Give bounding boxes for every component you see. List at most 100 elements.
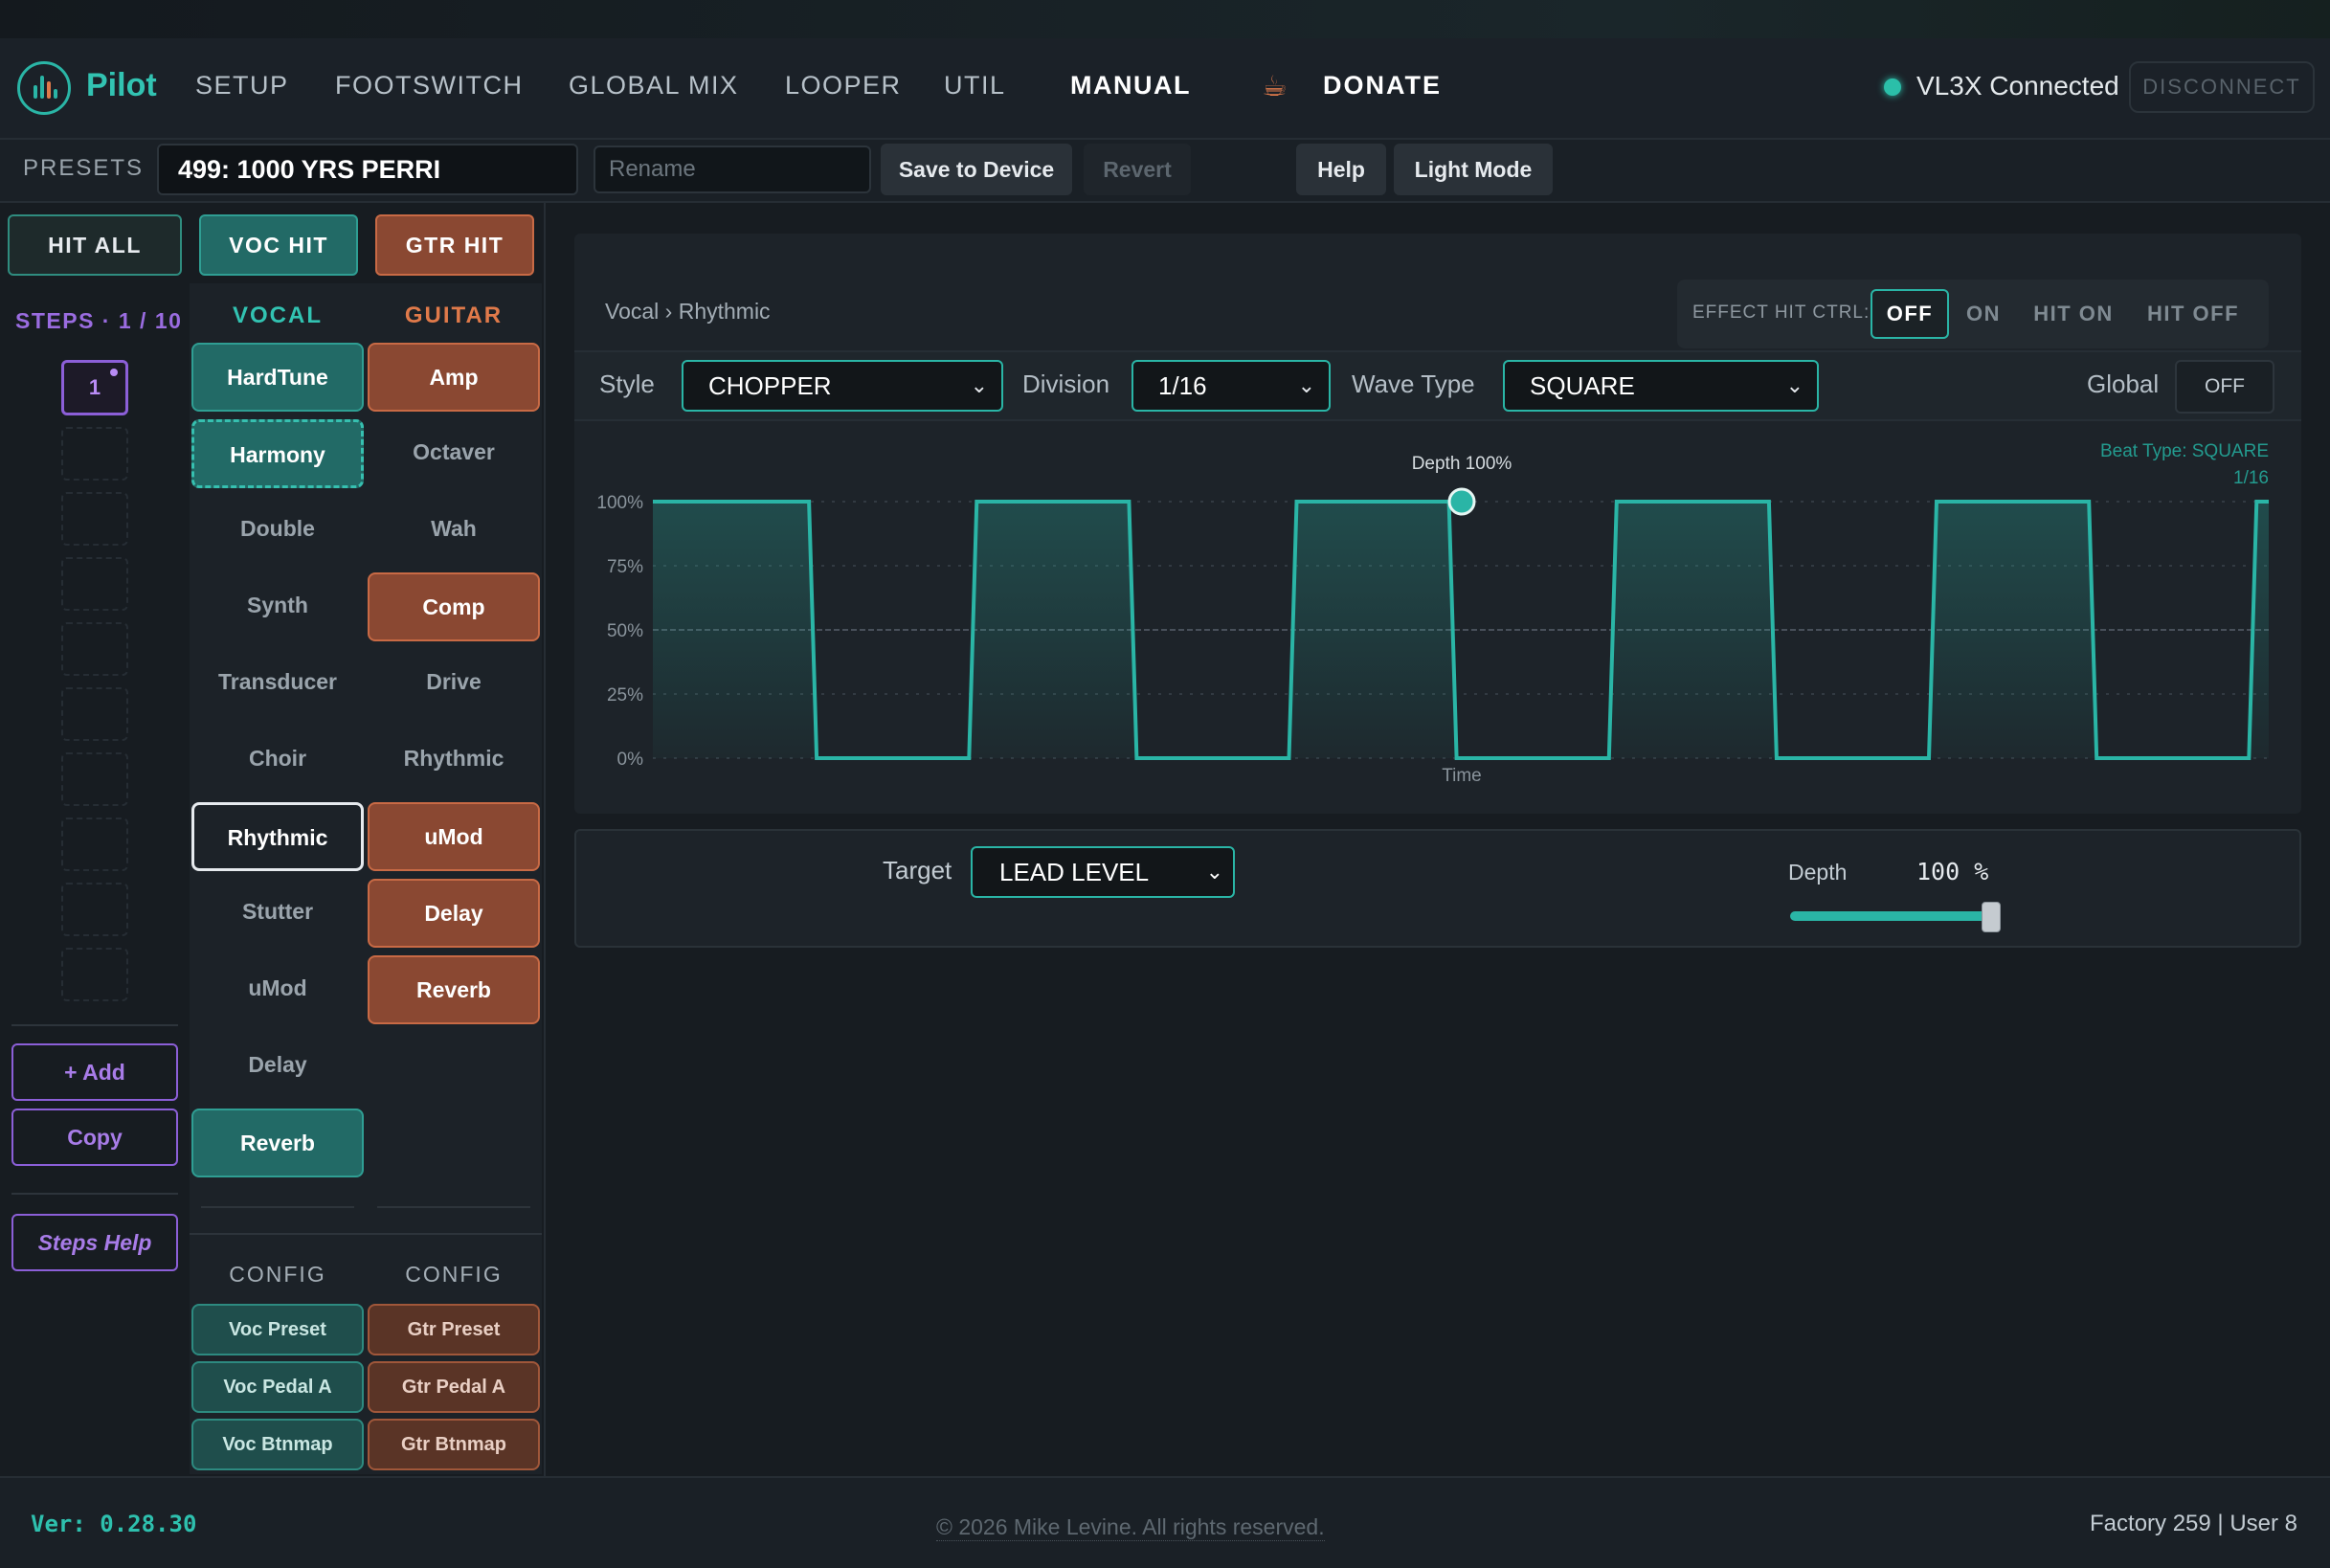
step-slot[interactable] [61, 818, 128, 871]
guitar-fx-octaver[interactable]: Octaver [368, 419, 540, 488]
copyright-link[interactable]: © 2026 Mike Levine. All rights reserved. [936, 1514, 1325, 1541]
nav-setup[interactable]: SETUP [195, 71, 289, 101]
vocal-fx-hardtune[interactable]: HardTune [191, 343, 364, 412]
steps-help-button[interactable]: Steps Help [11, 1214, 178, 1271]
gtr-btnmap-button[interactable]: Gtr Btnmap [368, 1419, 540, 1470]
nav-donate[interactable]: DONATE [1323, 71, 1442, 101]
wave-type-select[interactable]: SQUARE ⌄ [1503, 360, 1819, 412]
save-to-device-button[interactable]: Save to Device [881, 144, 1072, 195]
target-label: Target [883, 856, 952, 885]
gtr-hit-button[interactable]: GTR HIT [375, 214, 534, 276]
depth-slider-handle[interactable] [1982, 902, 2001, 932]
step-slot[interactable] [61, 948, 128, 1001]
top-strip [0, 0, 2330, 38]
wave-type-label: Wave Type [1352, 370, 1475, 398]
help-button[interactable]: Help [1296, 144, 1386, 195]
voc-pedal-a-button[interactable]: Voc Pedal A [191, 1361, 364, 1413]
copy-step-button[interactable]: Copy [11, 1109, 178, 1166]
division-value: 1/16 [1158, 371, 1207, 400]
voc-hit-button[interactable]: VOC HIT [199, 214, 358, 276]
y-tick-label: 100% [596, 493, 643, 513]
hit-ctrl-hit-on[interactable]: HIT ON [2026, 289, 2121, 339]
depth-value: 100 % [1916, 858, 1988, 885]
vocal-fx-synth[interactable]: Synth [191, 572, 364, 641]
guitar-fx-drive[interactable]: Drive [368, 649, 540, 718]
depth-marker-label: Depth 100% [1412, 454, 1512, 474]
guitar-header: GUITAR [404, 302, 504, 328]
style-select[interactable]: CHOPPER ⌄ [682, 360, 1003, 412]
rename-input[interactable] [594, 146, 871, 193]
vocal-fx-double[interactable]: Double [191, 496, 364, 565]
beat-type-label: Beat Type: SQUARE [2100, 441, 2269, 461]
guitar-fx-delay[interactable]: Delay [368, 879, 540, 948]
depth-label: Depth [1788, 860, 1848, 885]
nav-footswitch[interactable]: FOOTSWITCH [335, 71, 523, 101]
vocal-fx-rhythmic[interactable]: Rhythmic [191, 802, 364, 871]
step-number: 1 [88, 375, 101, 399]
connection-status-icon [1884, 78, 1901, 96]
step-slot[interactable] [61, 492, 128, 546]
hit-all-button[interactable]: HIT ALL [8, 214, 182, 276]
steps-divider [11, 1193, 178, 1195]
guitar-fx-comp[interactable]: Comp [368, 572, 540, 641]
hit-ctrl-hit-off[interactable]: HIT OFF [2140, 289, 2246, 339]
global-toggle[interactable]: OFF [2175, 360, 2274, 414]
pilot-logo-icon [17, 61, 71, 115]
gtr-preset-button[interactable]: Gtr Preset [368, 1304, 540, 1355]
app-name: Pilot [86, 67, 157, 103]
hit-ctrl-off[interactable]: OFF [1871, 289, 1949, 339]
guitar-fx-rhythmic[interactable]: Rhythmic [368, 726, 540, 795]
add-step-button[interactable]: + Add [11, 1043, 178, 1101]
vocal-fx-choir[interactable]: Choir [191, 726, 364, 795]
target-panel [574, 829, 2301, 948]
waveform-svg: 100% 75% 50% 25% 0% Time Depth 100% Beat Typ… [596, 441, 2269, 786]
coffee-cup-icon[interactable]: ☕ [1262, 71, 1294, 103]
presets-label: PRESETS [23, 155, 145, 181]
column-divider [201, 1206, 354, 1208]
step-slot[interactable] [61, 427, 128, 481]
step-slot[interactable] [61, 752, 128, 806]
beat-division-label: 1/16 [2233, 468, 2269, 488]
step-slot[interactable] [61, 557, 128, 611]
hit-ctrl-on[interactable]: ON [1959, 289, 2008, 339]
vocal-fx-harmony[interactable]: Harmony [191, 419, 364, 488]
step-slot[interactable] [61, 687, 128, 741]
depth-slider[interactable] [1790, 911, 1993, 921]
step-slot[interactable] [61, 883, 128, 936]
nav-looper[interactable]: LOOPER [785, 71, 902, 101]
guitar-fx-wah[interactable]: Wah [368, 496, 540, 565]
vocal-config-label: CONFIG [229, 1262, 326, 1287]
style-label: Style [599, 370, 655, 398]
depth-drag-handle[interactable] [1447, 487, 1476, 516]
division-select[interactable]: 1/16 ⌄ [1131, 360, 1331, 412]
vocal-fx-transducer[interactable]: Transducer [191, 649, 364, 718]
nav-util[interactable]: UTIL [944, 71, 1006, 101]
y-tick-label: 0% [617, 750, 644, 770]
gtr-pedal-a-button[interactable]: Gtr Pedal A [368, 1361, 540, 1413]
vocal-fx-reverb[interactable]: Reverb [191, 1109, 364, 1177]
guitar-fx-reverb[interactable]: Reverb [368, 955, 540, 1024]
step-1[interactable]: 1 [61, 360, 128, 415]
light-mode-button[interactable]: Light Mode [1394, 144, 1553, 195]
vocal-header: VOCAL [233, 302, 323, 328]
preset-selector[interactable]: 499: 1000 YRS PERRI [157, 144, 578, 195]
disconnect-button[interactable]: DISCONNECT [2129, 61, 2315, 113]
guitar-fx-amp[interactable]: Amp [368, 343, 540, 412]
y-tick-label: 75% [607, 557, 643, 577]
vocal-fx-stutter[interactable]: Stutter [191, 879, 364, 948]
voc-btnmap-button[interactable]: Voc Btnmap [191, 1419, 364, 1470]
step-slot[interactable] [61, 622, 128, 676]
guitar-fx-umod[interactable]: uMod [368, 802, 540, 871]
revert-button[interactable]: Revert [1084, 144, 1191, 195]
waveform-chart: 100% 75% 50% 25% 0% Time Depth 100% Beat Typ… [574, 427, 2301, 814]
style-value: CHOPPER [708, 371, 832, 400]
vocal-fx-umod[interactable]: uMod [191, 955, 364, 1024]
nav-manual[interactable]: MANUAL [1070, 71, 1191, 101]
vocal-fx-delay[interactable]: Delay [191, 1032, 364, 1101]
target-select[interactable]: LEAD LEVEL ⌄ [971, 846, 1235, 898]
global-label: Global [2087, 370, 2160, 398]
nav-global-mix[interactable]: GLOBAL MIX [569, 71, 739, 101]
chevron-down-icon: ⌄ [970, 373, 988, 397]
voc-preset-button[interactable]: Voc Preset [191, 1304, 364, 1355]
depth-number: 100 [1916, 858, 1960, 885]
